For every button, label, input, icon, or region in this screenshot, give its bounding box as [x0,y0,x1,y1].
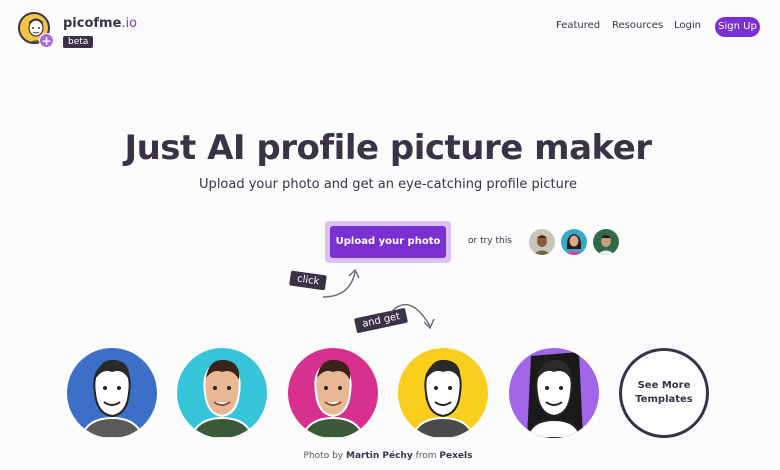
credit-source-link[interactable]: Pexels [439,451,472,461]
template-blue[interactable] [67,348,157,438]
credit-author-link[interactable]: Martin Péchy [346,451,413,461]
template-yellow[interactable] [398,348,488,438]
credit-prefix: Photo by [303,451,344,461]
nav-resources[interactable]: Resources [612,20,663,31]
curved-arrow-down-icon [390,303,435,330]
brand-name[interactable]: picofme.io [63,16,137,31]
page: + picofme.io beta Featured Resources Log… [0,0,780,470]
page-title: Just AI profile picture maker [124,128,652,168]
plus-icon: + [39,33,54,48]
template-cyan[interactable] [177,348,267,438]
credit-middle: from [415,451,437,461]
beta-badge: beta [63,36,94,48]
header: + picofme.io beta Featured Resources Log… [0,0,780,56]
upload-photo-button[interactable]: Upload your photo [330,226,446,258]
brand-tld: .io [121,16,138,31]
nav-login[interactable]: Login [674,20,701,31]
signup-button[interactable]: Sign Up [715,17,760,37]
or-try-label: or try this [468,236,512,246]
photo-credit: Photo by Martin Péchy from Pexels [0,451,776,461]
sample-photo-2[interactable] [561,229,587,255]
upload-button-frame: Upload your photo [325,221,451,263]
template-purple[interactable] [509,348,599,438]
sample-photo-1[interactable] [529,229,555,255]
template-magenta[interactable] [288,348,378,438]
brand-name-main: picofme [63,16,122,31]
sample-photo-3[interactable] [593,229,619,255]
see-more-templates-button[interactable]: See More Templates [619,348,709,438]
nav-featured[interactable]: Featured [556,20,600,31]
curved-arrow-up-icon [322,268,360,298]
page-subtitle: Upload your photo and get an eye-catchin… [199,177,577,192]
